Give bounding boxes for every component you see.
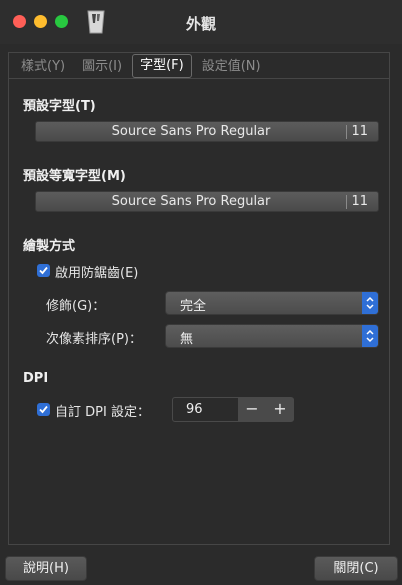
custom-dpi-checkbox[interactable] — [37, 403, 50, 416]
hinting-label: 修飾(G)： — [46, 299, 106, 314]
font-size-separator — [346, 125, 347, 139]
subpixel-value: 無 — [180, 332, 194, 347]
rendering-section-title: 繪製方式 — [23, 239, 76, 254]
default-font-size: 11 — [351, 124, 368, 139]
close-button[interactable]: 關閉(C) — [314, 556, 398, 581]
monospace-font-title: 預設等寬字型(M) — [23, 169, 126, 184]
dpi-input[interactable] — [173, 398, 237, 421]
title-bar: 外觀 — [0, 0, 402, 44]
subpixel-label: 次像素排序(P)： — [46, 332, 142, 347]
tab-divider — [8, 78, 390, 79]
default-font-button[interactable]: Source Sans Pro Regular 11 — [35, 121, 379, 142]
hinting-value: 完全 — [180, 299, 207, 314]
tab-bar: 樣式(Y) 圖示(I) 字型(F) 設定值(N) — [8, 52, 390, 78]
updown-arrow-icon — [362, 325, 378, 347]
checkmark-icon — [39, 266, 48, 275]
monospace-font-size: 11 — [351, 194, 368, 209]
antialias-checkbox[interactable] — [37, 264, 50, 277]
dpi-decrease-button[interactable]: − — [238, 398, 266, 421]
dpi-increase-button[interactable]: + — [266, 398, 294, 421]
tab-style[interactable]: 樣式(Y) — [14, 56, 72, 78]
dpi-spinbox: − + — [172, 397, 294, 422]
tab-icons[interactable]: 圖示(I) — [75, 56, 129, 78]
tab-settings[interactable]: 設定值(N) — [195, 56, 268, 78]
help-button[interactable]: 說明(H) — [5, 556, 87, 581]
monospace-font-name: Source Sans Pro Regular — [111, 194, 271, 209]
dpi-section-title: DPI — [23, 371, 49, 386]
hinting-select[interactable]: 完全 — [165, 291, 379, 315]
default-font-name: Source Sans Pro Regular — [111, 124, 271, 139]
window-title: 外觀 — [185, 15, 216, 33]
font-size-separator — [346, 195, 347, 209]
tab-fonts[interactable]: 字型(F) — [132, 54, 192, 78]
updown-arrow-icon — [362, 292, 378, 314]
antialias-label: 啟用防鋸齒(E) — [55, 266, 139, 281]
default-font-title: 預設字型(T) — [23, 99, 96, 114]
checkmark-icon — [39, 405, 48, 414]
monospace-font-button[interactable]: Source Sans Pro Regular 11 — [35, 191, 379, 212]
custom-dpi-label: 自訂 DPI 設定： — [55, 405, 150, 420]
subpixel-select[interactable]: 無 — [165, 324, 379, 348]
